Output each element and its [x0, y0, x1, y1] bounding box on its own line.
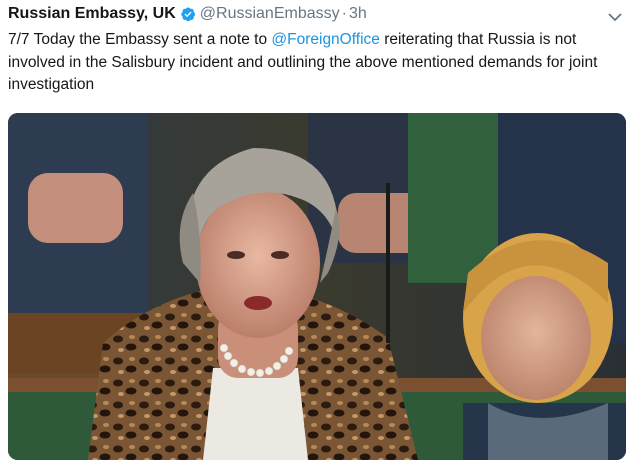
- tweet-timestamp[interactable]: 3h: [349, 5, 367, 23]
- tweet-card: Russian Embassy, UK @RussianEmbassy · 3h…: [0, 0, 634, 471]
- separator-dot: ·: [341, 5, 347, 22]
- author-display-name[interactable]: Russian Embassy, UK: [8, 5, 176, 23]
- tweet-header: Russian Embassy, UK @RussianEmbassy · 3h: [8, 3, 614, 25]
- mention-link[interactable]: @ForeignOffice: [271, 31, 380, 48]
- verified-badge-icon: [180, 6, 196, 22]
- tweet-text: 7/7 Today the Embassy sent a note to @Fo…: [8, 29, 608, 97]
- tweet-text-start: 7/7 Today the Embassy sent a note to: [8, 31, 272, 48]
- author-handle[interactable]: @RussianEmbassy: [200, 5, 340, 23]
- chevron-down-icon[interactable]: [608, 9, 622, 22]
- photo-illustration: [8, 113, 626, 460]
- tweet-media-photo[interactable]: [8, 113, 626, 460]
